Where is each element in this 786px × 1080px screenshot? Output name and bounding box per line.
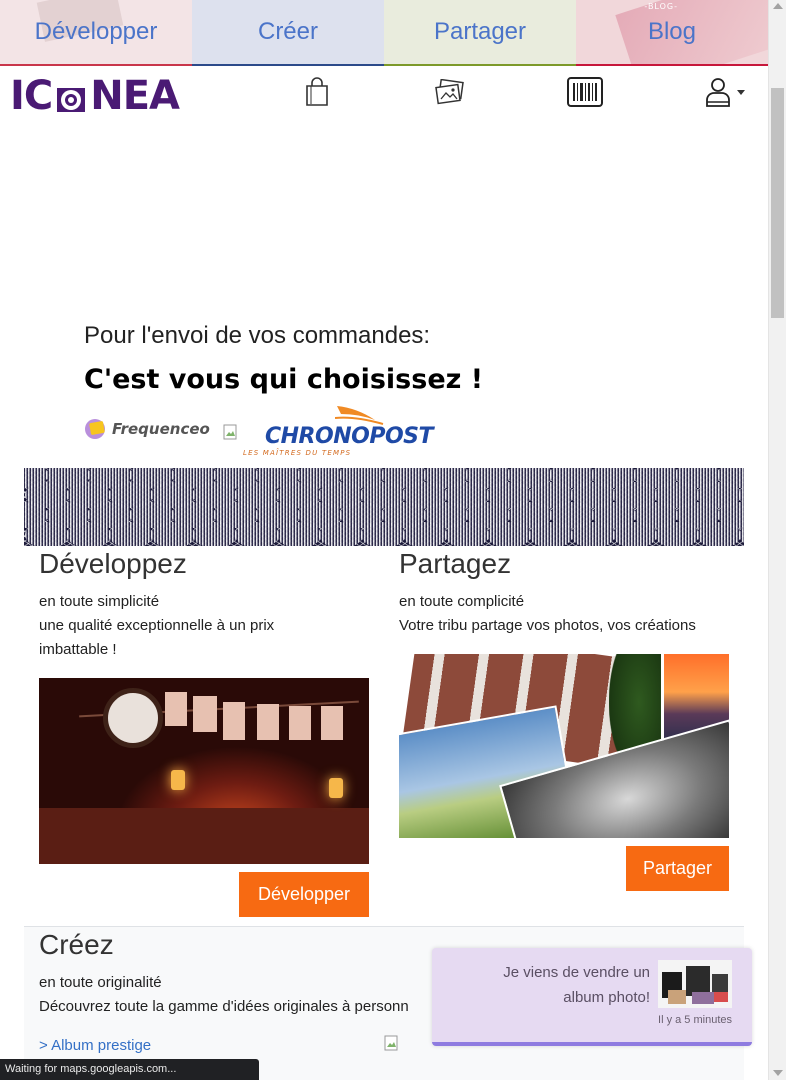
decorative-pattern-band bbox=[24, 468, 744, 546]
create-line2: Découvrez toute la gamme d'idées origina… bbox=[39, 998, 409, 1015]
pattern-leaf bbox=[403, 522, 447, 546]
pattern-leaf bbox=[193, 522, 237, 546]
share-title: Partagez bbox=[399, 548, 512, 579]
photos-icon[interactable] bbox=[432, 74, 468, 110]
develop-line1: en toute simplicité bbox=[39, 593, 160, 610]
tab-blog[interactable]: Blog bbox=[576, 0, 768, 66]
frequenceo-logo: Frequenceo bbox=[84, 418, 210, 440]
pattern-leaf bbox=[151, 522, 195, 546]
shipping-intro: Pour l'envoi de vos commandes: bbox=[84, 322, 431, 349]
pattern-leaf bbox=[67, 522, 111, 546]
caret-down-icon[interactable] bbox=[734, 74, 748, 110]
pattern-leaf bbox=[361, 522, 405, 546]
pattern-leaf bbox=[613, 522, 657, 546]
scroll-down-arrow-icon[interactable] bbox=[773, 1070, 783, 1076]
broken-image-icon bbox=[223, 424, 239, 440]
logo-o-icon bbox=[53, 84, 89, 116]
vertical-scrollbar[interactable] bbox=[768, 0, 786, 1080]
site-header: IC NEA bbox=[0, 66, 768, 124]
user-account-icon[interactable] bbox=[700, 74, 736, 110]
album-prestige-link[interactable]: > Album prestige bbox=[39, 1037, 151, 1054]
browser-status-bar: Waiting for maps.googleapis.com... bbox=[0, 1059, 259, 1080]
broken-image-icon bbox=[384, 1035, 400, 1051]
barcode-icon[interactable] bbox=[567, 74, 603, 110]
logo-text-left: IC bbox=[10, 73, 53, 119]
create-line1: en toute originalité bbox=[39, 974, 162, 991]
top-category-tabs: Développer Créer Partager Blog bbox=[0, 0, 768, 66]
pattern-leaf bbox=[25, 522, 69, 546]
tab-developper[interactable]: Développer bbox=[0, 0, 192, 66]
sales-notification-toast[interactable]: Je viens de vendre un album photo! Il y … bbox=[432, 948, 752, 1046]
shopping-bag-icon[interactable] bbox=[299, 74, 335, 110]
pattern-leaf bbox=[697, 522, 741, 546]
chronopost-tagline: LES MAÎTRES DU TEMPS bbox=[243, 449, 352, 457]
pattern-leaf bbox=[487, 522, 531, 546]
create-title: Créez bbox=[39, 929, 114, 960]
develop-line3: imbattable ! bbox=[39, 641, 117, 658]
album-thumbnail bbox=[658, 960, 732, 1008]
developper-button[interactable]: Développer bbox=[239, 872, 369, 917]
pattern-leaf bbox=[529, 522, 573, 546]
chronopost-label: CHRONOPOST bbox=[265, 424, 434, 449]
frequenceo-label: Frequenceo bbox=[112, 420, 210, 438]
scroll-thumb[interactable] bbox=[771, 88, 784, 318]
toast-message: Je viens de vendre un album photo! bbox=[503, 964, 650, 1006]
chronopost-swoosh-icon bbox=[335, 406, 384, 425]
frequenceo-icon bbox=[85, 419, 105, 439]
pattern-leaf bbox=[319, 522, 363, 546]
scroll-up-arrow-icon[interactable] bbox=[773, 3, 783, 9]
toast-time: Il y a 5 minutes bbox=[658, 1014, 732, 1026]
share-line2: Votre tribu partage vos photos, vos créa… bbox=[399, 617, 696, 634]
tab-partager[interactable]: Partager bbox=[384, 0, 576, 66]
pattern-leaf bbox=[235, 522, 279, 546]
logo-text-right: NEA bbox=[90, 73, 180, 119]
pattern-leaf bbox=[445, 522, 489, 546]
pattern-leaf bbox=[655, 522, 699, 546]
photo-collage bbox=[399, 654, 729, 838]
tab-creer-label: Créer bbox=[257, 18, 318, 45]
tab-blog-label: Blog bbox=[647, 18, 697, 45]
share-line1: en toute complicité bbox=[399, 593, 525, 610]
pattern-leaf bbox=[277, 522, 321, 546]
tab-partager-label: Partager bbox=[433, 18, 527, 45]
darkroom-photo bbox=[39, 678, 369, 864]
partager-button[interactable]: Partager bbox=[626, 846, 729, 891]
shipping-headline: C'est vous qui choisissez ! bbox=[84, 364, 484, 395]
iconea-logo[interactable]: IC NEA bbox=[10, 73, 180, 119]
tab-developper-label: Développer bbox=[34, 18, 158, 45]
develop-line2: une qualité exceptionnelle à un prix bbox=[39, 617, 275, 634]
tab-creer[interactable]: Créer bbox=[192, 0, 384, 66]
chronopost-logo: CHRONOPOST LES MAÎTRES DU TEMPS bbox=[243, 402, 445, 460]
pattern-leaf bbox=[571, 522, 615, 546]
develop-title: Développez bbox=[39, 548, 187, 579]
pattern-leaf bbox=[109, 522, 153, 546]
